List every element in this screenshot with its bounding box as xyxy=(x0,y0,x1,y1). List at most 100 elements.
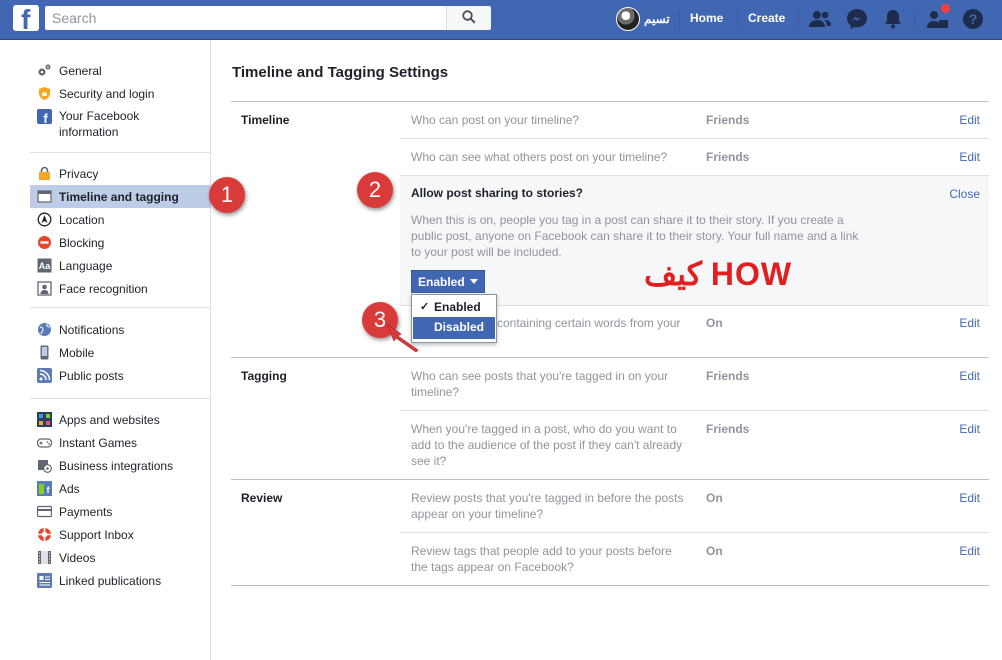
sidebar-item-privacy[interactable]: Privacy xyxy=(30,162,211,185)
sidebar-item-timeline-tagging[interactable]: Timeline and tagging xyxy=(30,185,211,208)
row-divider xyxy=(400,138,989,139)
sidebar-item-general[interactable]: General xyxy=(30,59,211,82)
lock-icon xyxy=(39,166,50,180)
nav-divider xyxy=(737,10,738,28)
nav-divider xyxy=(679,10,680,28)
shield-icon xyxy=(39,87,50,100)
search-icon xyxy=(462,10,476,24)
edit-link[interactable]: Edit xyxy=(959,422,980,436)
sidebar-item-ads[interactable]: f Ads xyxy=(30,477,211,500)
sidebar-item-linked-publications[interactable]: Linked publications xyxy=(30,569,211,592)
edit-link[interactable]: Edit xyxy=(959,544,980,558)
setting-question: Who can see what others post on your tim… xyxy=(411,150,668,164)
check-icon: ✓ xyxy=(420,301,430,313)
audience-select-button[interactable]: Enabled xyxy=(411,270,485,293)
edit-link[interactable]: Edit xyxy=(959,113,980,127)
sidebar-group-apps: Apps and websites Instant Games Business… xyxy=(30,408,211,592)
home-link[interactable]: Home xyxy=(690,11,723,25)
pointer-arrow-icon xyxy=(386,323,419,352)
video-icon xyxy=(38,551,51,564)
ads-icon: f xyxy=(37,481,52,496)
svg-text:?: ? xyxy=(969,11,978,27)
setting-question: When you're tagged in a post, who do you… xyxy=(411,422,683,468)
edit-link[interactable]: Edit xyxy=(959,150,980,164)
rss-icon xyxy=(37,368,52,383)
svg-text:f: f xyxy=(43,111,48,124)
setting-value: On xyxy=(706,544,723,558)
section-divider xyxy=(231,357,989,358)
friends-icon[interactable] xyxy=(808,7,832,31)
sidebar-item-notifications[interactable]: Notifications xyxy=(30,318,211,341)
sidebar-item-location[interactable]: Location xyxy=(30,208,211,231)
caret-down-icon xyxy=(469,279,478,284)
sidebar-item-blocking[interactable]: Blocking xyxy=(30,231,211,254)
sidebar-item-business-integrations[interactable]: Business integrations xyxy=(30,454,211,477)
search-input[interactable] xyxy=(45,6,446,30)
edit-link[interactable]: Edit xyxy=(959,491,980,505)
page-title: Timeline and Tagging Settings xyxy=(232,64,449,81)
nav-divider xyxy=(798,10,799,28)
publications-icon xyxy=(37,573,52,588)
sidebar-divider xyxy=(30,307,211,308)
sidebar-item-apps-websites[interactable]: Apps and websites xyxy=(30,408,211,431)
edit-link[interactable]: Edit xyxy=(959,369,980,383)
sidebar-group-privacy: Privacy Timeline and tagging Location Bl… xyxy=(30,162,211,300)
search-button[interactable] xyxy=(446,6,491,30)
avatar xyxy=(616,7,640,31)
messenger-icon[interactable] xyxy=(845,7,869,31)
section-divider xyxy=(231,479,989,480)
close-link[interactable]: Close xyxy=(949,187,980,201)
timeline-icon xyxy=(37,190,52,203)
sidebar-item-videos[interactable]: Videos xyxy=(30,546,211,569)
setting-value: Friends xyxy=(706,113,750,127)
dropdown-menu: ✓ Enabled Disabled xyxy=(411,294,497,343)
create-link[interactable]: Create xyxy=(748,11,785,25)
option-enabled[interactable]: ✓ Enabled xyxy=(413,297,495,317)
row-divider xyxy=(400,532,989,533)
overlay-caption: كيف HOW xyxy=(644,256,793,292)
nav-divider xyxy=(914,10,915,28)
notifications-icon[interactable] xyxy=(881,7,905,31)
facebook-icon: f xyxy=(37,109,52,124)
section-label-tagging: Tagging xyxy=(241,369,287,383)
blocking-icon xyxy=(38,236,51,249)
setting-question: Review tags that people add to your post… xyxy=(411,544,672,574)
setting-question: Who can see posts that you're tagged in … xyxy=(411,369,669,399)
setting-description: When this is on, people you tag in a pos… xyxy=(411,213,859,259)
sidebar-item-public-posts[interactable]: Public posts xyxy=(30,364,211,387)
globe-icon xyxy=(38,323,51,336)
card-icon xyxy=(37,505,52,518)
sidebar-item-payments[interactable]: Payments xyxy=(30,500,211,523)
edit-link[interactable]: Edit xyxy=(959,316,980,330)
section-label-review: Review xyxy=(241,491,283,505)
support-icon xyxy=(38,528,51,541)
location-icon xyxy=(37,212,52,227)
business-icon xyxy=(38,460,52,473)
gamepad-icon xyxy=(37,438,52,448)
mobile-icon xyxy=(40,345,49,360)
step-badge-2: 2 xyxy=(357,172,393,208)
help-icon[interactable]: ? xyxy=(961,7,985,31)
notification-badge xyxy=(940,3,951,14)
sidebar-item-your-information[interactable]: f Your Facebook information xyxy=(30,105,211,141)
setting-value: Friends xyxy=(706,422,750,436)
profile-link[interactable]: تسيم xyxy=(616,6,670,32)
apps-icon xyxy=(37,412,52,427)
option-disabled[interactable]: Disabled xyxy=(413,317,495,337)
facebook-logo[interactable]: f xyxy=(13,5,39,34)
step-badge-1: 1 xyxy=(209,177,245,213)
sidebar-divider xyxy=(30,398,211,399)
section-divider xyxy=(231,585,989,586)
language-icon: Aa xyxy=(37,258,52,273)
sidebar-item-instant-games[interactable]: Instant Games xyxy=(30,431,211,454)
row-divider xyxy=(400,410,989,411)
sidebar-item-mobile[interactable]: Mobile xyxy=(30,341,211,364)
gear-icon xyxy=(38,64,51,76)
sidebar-item-language[interactable]: Aa Language xyxy=(30,254,211,277)
sidebar-item-face-recognition[interactable]: Face recognition xyxy=(30,277,211,300)
sidebar-item-support-inbox[interactable]: Support Inbox xyxy=(30,523,211,546)
sidebar-item-security[interactable]: Security and login xyxy=(30,82,211,105)
face-recognition-icon xyxy=(37,281,52,296)
section-divider xyxy=(231,101,989,102)
top-navigation-bar: f تسيم Home Create ? xyxy=(0,0,1002,40)
